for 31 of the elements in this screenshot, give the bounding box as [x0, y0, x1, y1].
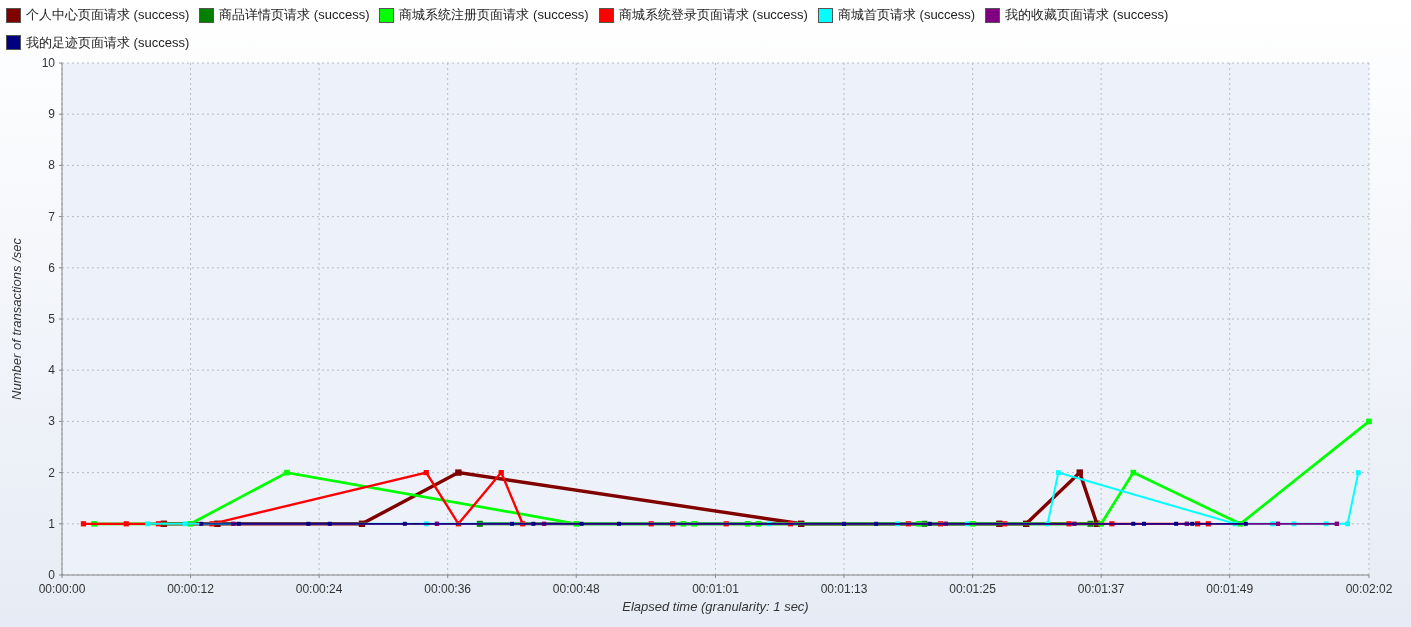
legend-label: 商城首页请求 (success) — [837, 6, 976, 25]
axis-title: Number of transactions /sec — [9, 238, 24, 400]
tick-label: 8 — [48, 158, 55, 173]
tick-label: 00:00:12 — [167, 582, 214, 596]
tick-label: 3 — [48, 414, 55, 429]
tick-label: 4 — [48, 363, 55, 378]
legend-label: 商城系统注册页面请求 (success) — [399, 6, 589, 25]
tick-label: 1 — [48, 516, 55, 531]
tick-label: 7 — [48, 209, 55, 224]
legend-label: 我的收藏页面请求 (success) — [1005, 6, 1169, 25]
tick-label: 5 — [48, 312, 55, 326]
legend-label: 我的足迹页面请求 (success) — [26, 33, 190, 52]
tick-label: 00:02:02 — [1345, 582, 1393, 596]
tick-label: 00:00:36 — [424, 582, 472, 596]
tick-label: 9 — [48, 107, 55, 122]
tick-label: 00:01:01 — [692, 582, 739, 596]
legend-label: 商品详情页请求 (success) — [219, 6, 370, 25]
legend-label: 个人中心页面请求 (success) — [26, 6, 190, 25]
tick-label: 6 — [48, 260, 55, 275]
tick-label: 2 — [48, 465, 55, 480]
tick-label: 00:01:49 — [1206, 582, 1254, 596]
tick-label: 00:00:48 — [552, 582, 600, 596]
tick-label: 00:01:13 — [820, 582, 868, 596]
tick-label: 10 — [41, 56, 55, 70]
legend-label: 商城系统登录页面请求 (success) — [618, 6, 808, 25]
tick-label: 00:01:25 — [949, 582, 996, 596]
tick-label: 00:00:24 — [295, 582, 343, 596]
tick-label: 00:00:00 — [38, 582, 86, 596]
axis-title: Elapsed time (granularity: 1 sec) — [622, 599, 809, 614]
tick-label: 00:01:37 — [1077, 582, 1125, 596]
tick-label: 0 — [48, 568, 55, 582]
